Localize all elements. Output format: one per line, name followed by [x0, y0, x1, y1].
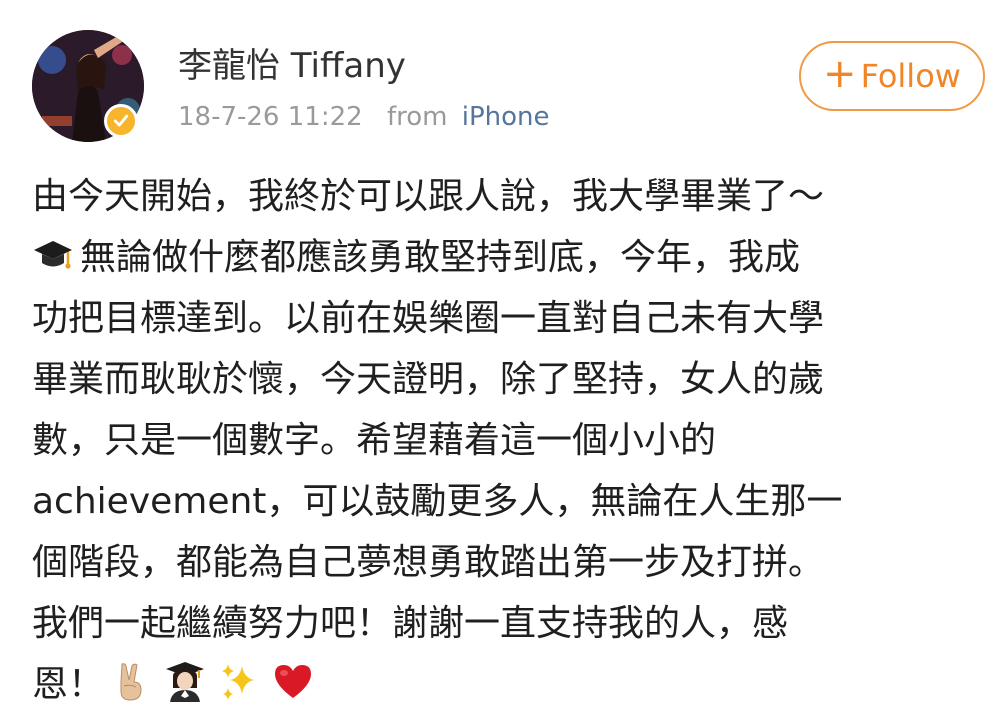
- post-line-2-text: 無論做什麼都應該勇敢堅持到底，今年，我成: [80, 237, 801, 278]
- post-line-6: achievement，可以鼓勵更多人，無論在人生那一: [32, 481, 843, 522]
- post-line-9-text: 恩！: [32, 664, 105, 705]
- post-line-2: 無論做什麼都應該勇敢堅持到底，今年，我成: [32, 227, 982, 288]
- post-line-5: 數，只是一個數字。希望藉着這一個小小的: [32, 420, 717, 461]
- post-line-8: 我們一起繼續努力吧！謝謝一直支持我的人，感: [32, 603, 789, 644]
- post-line-1: 由今天開始，我終於可以跟人說，我大學畢業了～: [32, 176, 825, 217]
- post-line-7: 個階段，都能為自己夢想勇敢踏出第一步及打拼。: [32, 542, 825, 583]
- post-line-9: 恩！: [32, 654, 982, 715]
- post-line-3: 功把目標達到。以前在娛樂圈一直對自己未有大學: [32, 298, 825, 339]
- source-prefix: from: [386, 102, 448, 132]
- post-line-4: 畢業而耿耿於懷，今天證明，除了堅持，女人的歲: [32, 359, 825, 400]
- woman-graduate-icon: [164, 660, 206, 702]
- victory-hand-icon: [110, 660, 152, 702]
- post-meta: 18-7-26 11:22 from iPhone: [178, 99, 549, 135]
- red-heart-icon: [272, 660, 314, 702]
- plus-icon: +: [823, 51, 857, 97]
- post-text: 由今天開始，我終於可以跟人說，我大學畢業了～ 無論做什麼都應該勇敢堅持到底，今年…: [32, 166, 982, 715]
- post-timestamp: 18-7-26 11:22: [178, 102, 363, 132]
- source-device-link[interactable]: iPhone: [462, 102, 550, 132]
- author-name[interactable]: 李龍怡 Tiffany: [178, 44, 406, 88]
- graduation-cap-icon: [32, 233, 74, 275]
- sparkles-icon: [218, 660, 260, 702]
- verified-badge-icon: [104, 104, 138, 138]
- follow-button[interactable]: + Follow: [799, 41, 985, 111]
- follow-label: Follow: [860, 57, 961, 95]
